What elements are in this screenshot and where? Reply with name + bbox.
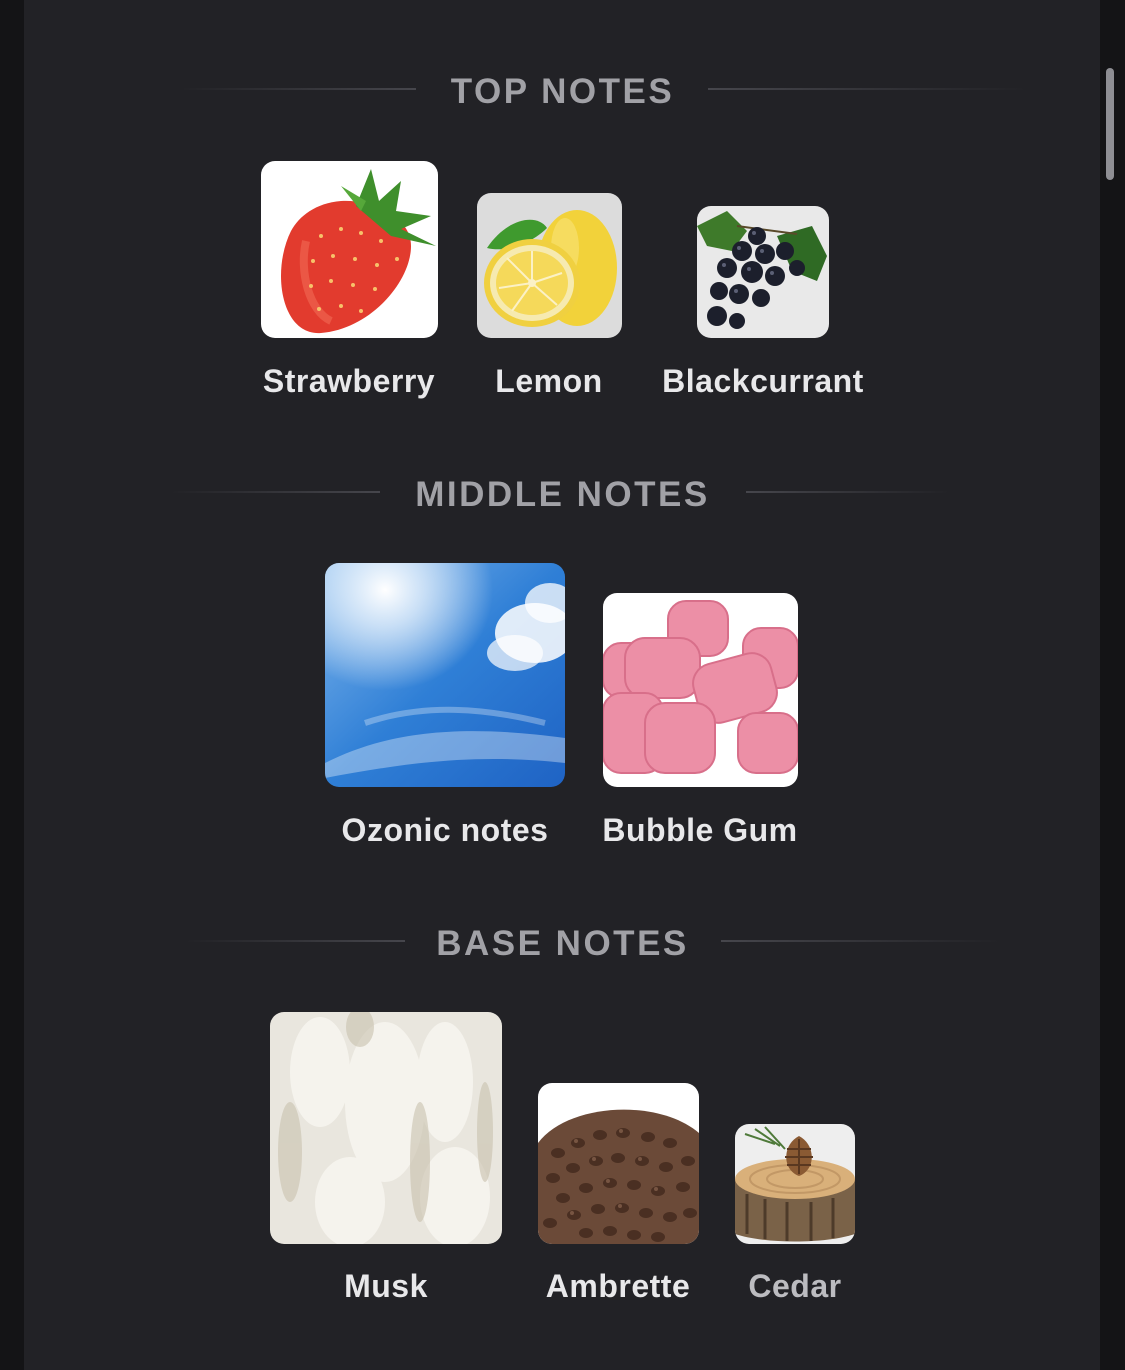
blackcurrant-image[interactable] [697, 206, 829, 338]
middle-notes-heading: MIDDLE NOTES [415, 475, 710, 514]
base-notes-heading: BASE NOTES [436, 924, 689, 963]
cedar-pinecone-image[interactable] [735, 1124, 855, 1244]
note-label: Ozonic notes [341, 812, 549, 848]
note-label: Cedar [748, 1268, 842, 1304]
ambrette-seeds-image[interactable] [538, 1083, 699, 1244]
lemon-image[interactable] [477, 193, 622, 338]
note-label: Ambrette [545, 1268, 691, 1304]
note-label: Bubble Gum [602, 812, 798, 848]
musk-image[interactable] [270, 1012, 502, 1244]
divider-right [708, 88, 1028, 90]
note-label: Strawberry [262, 363, 436, 399]
top-notes-heading: TOP NOTES [450, 72, 675, 111]
sky-image[interactable] [325, 563, 565, 787]
divider-right [721, 940, 1001, 942]
note-label: Blackcurrant [662, 363, 864, 399]
bubble-gum-image[interactable] [603, 593, 798, 787]
note-label: Musk [344, 1268, 428, 1304]
note-label: Lemon [495, 363, 603, 399]
strawberry-image[interactable] [261, 161, 438, 338]
divider-right [746, 491, 950, 493]
